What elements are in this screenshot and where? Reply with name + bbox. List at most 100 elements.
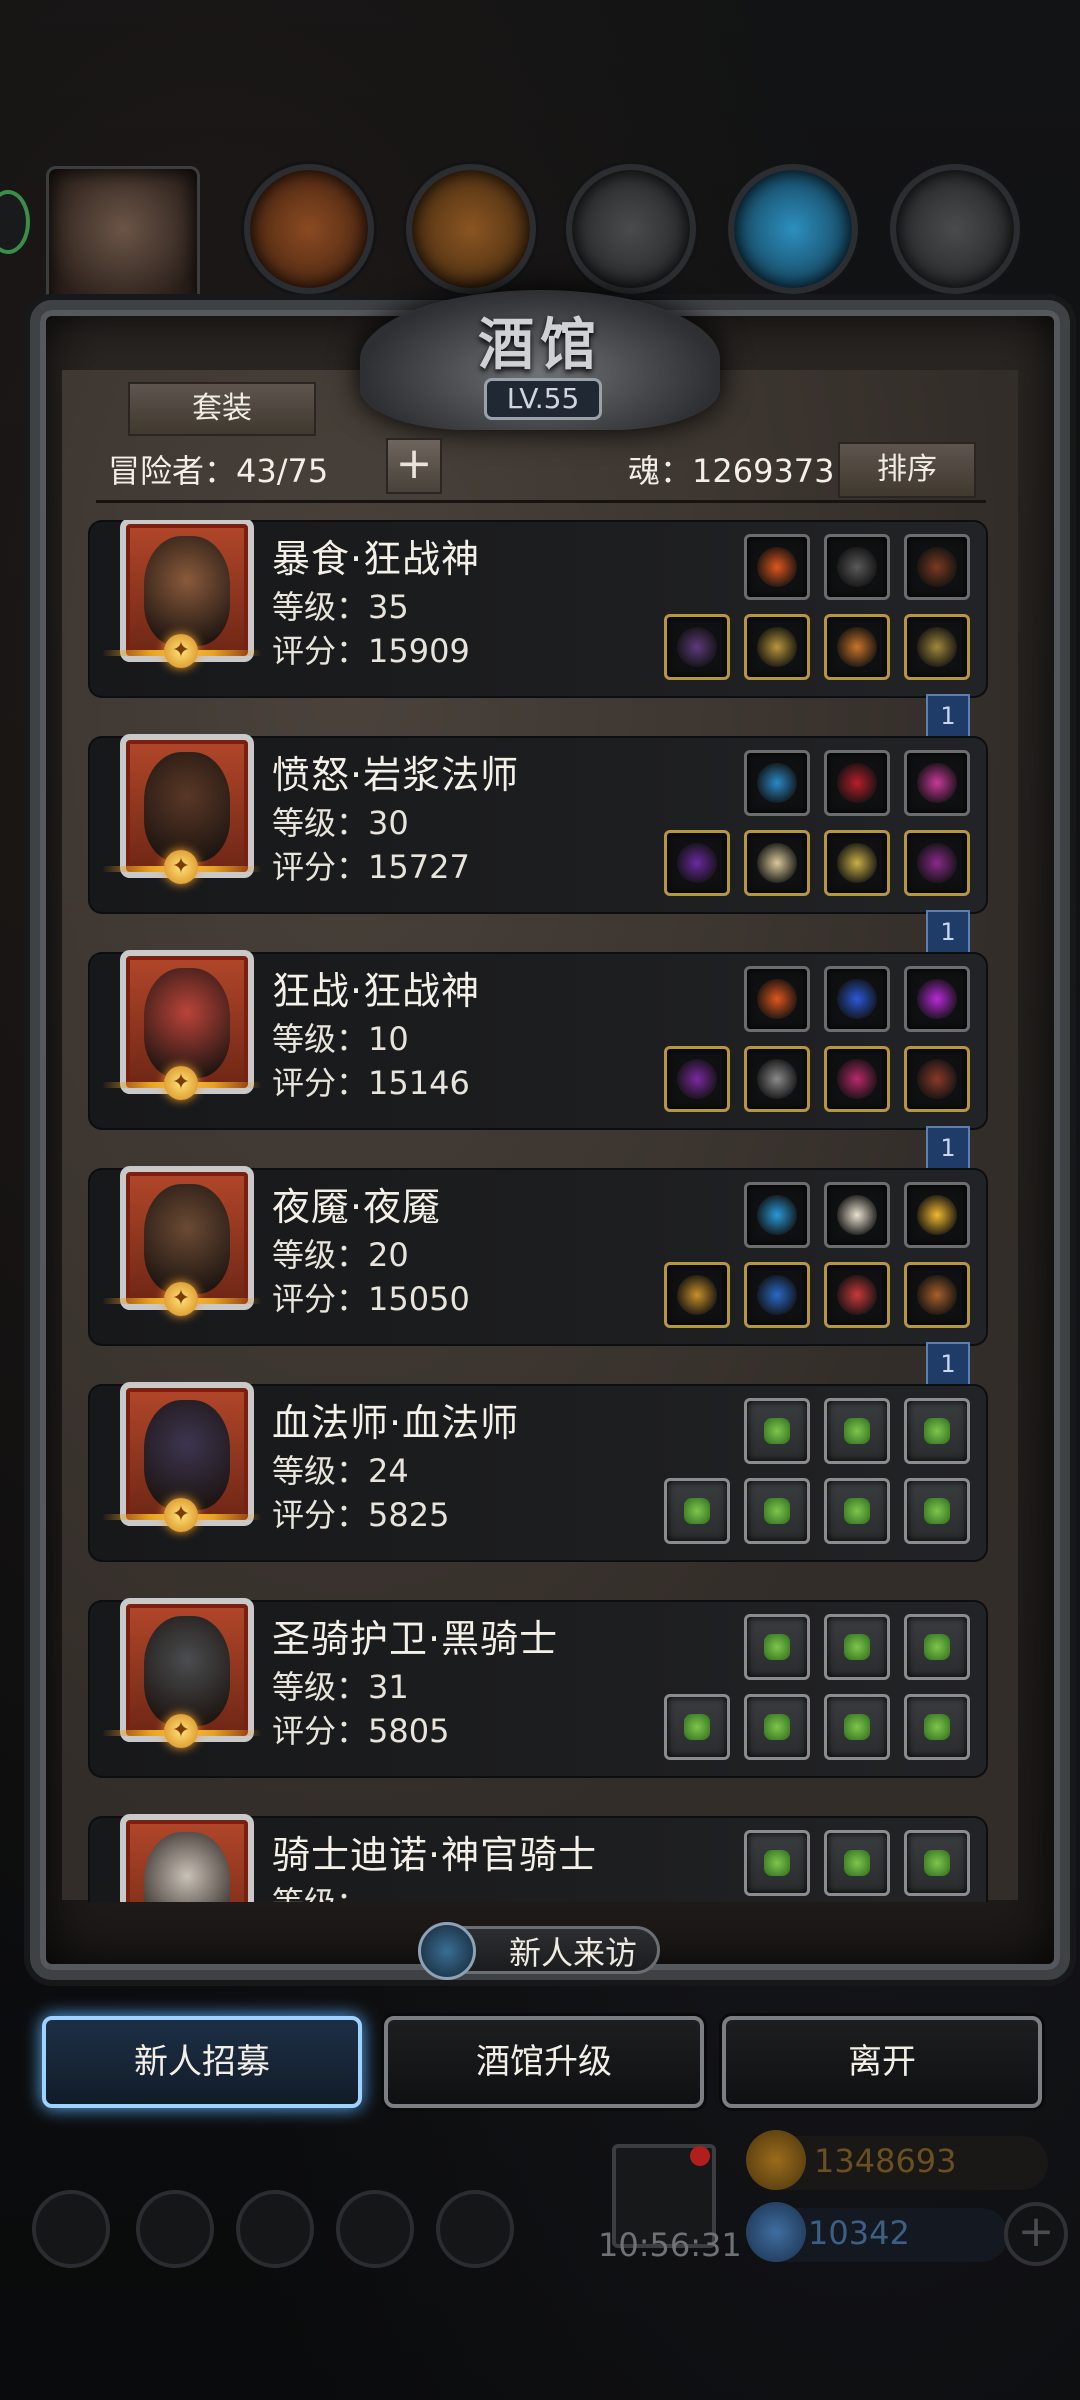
wood-resource-icon[interactable]: [406, 164, 536, 294]
add-equipment-icon: [764, 1418, 790, 1444]
hero-name: 骑士迪诺·神官骑士: [272, 1833, 598, 1877]
equipment-slot[interactable]: [664, 1262, 730, 1328]
iron-resource-icon[interactable]: [890, 164, 1020, 294]
meat-resource-icon[interactable]: [244, 164, 374, 294]
mail-icon[interactable]: [336, 2190, 414, 2268]
adventurer-count: 冒险者：43/75: [108, 452, 329, 490]
hero-row[interactable]: ✦ 愤怒·岩浆法师 等级：30 评分：15727: [88, 734, 988, 914]
equipment-slot[interactable]: [824, 534, 890, 600]
equipment-slot[interactable]: [664, 1046, 730, 1112]
hero-rank-badge-icon: ✦: [102, 1498, 262, 1532]
equipment-item-icon: [917, 763, 957, 803]
equipment-slot[interactable]: [744, 1046, 810, 1112]
upgrade-tavern-button[interactable]: 酒馆升级: [384, 2016, 704, 2108]
battle-icon[interactable]: [436, 2190, 514, 2268]
hero-avatar[interactable]: [120, 1814, 254, 1902]
badge-star-icon: ✦: [164, 850, 198, 884]
equipment-slot[interactable]: [904, 1046, 970, 1112]
hero-row[interactable]: ✦ 夜魇·夜魇 等级：20 评分：15050: [88, 1166, 988, 1346]
equipment-item-icon: [757, 763, 797, 803]
suit-button[interactable]: 套装: [128, 382, 316, 436]
hero-face: [144, 968, 230, 1078]
equipment-slot[interactable]: [904, 966, 970, 1032]
side-tab-icon[interactable]: [0, 190, 30, 254]
equipment-slot[interactable]: [824, 750, 890, 816]
hero-list[interactable]: ✦ 暴食·狂战神 等级：35 评分：15909 1 ✦ 愤怒·岩浆法师 等级：30 评分：157…: [88, 520, 998, 1902]
empty-equipment-slot[interactable]: [664, 1694, 730, 1760]
soul-count: 魂：1269373: [628, 452, 835, 490]
empty-equipment-slot[interactable]: [664, 1478, 730, 1544]
hero-row[interactable]: ✦ 血法师·血法师 等级：24 评分：5825: [88, 1382, 988, 1562]
empty-equipment-slot[interactable]: [824, 1398, 890, 1464]
empty-equipment-slot[interactable]: [904, 1614, 970, 1680]
add-equipment-icon: [764, 1634, 790, 1660]
empty-equipment-slot[interactable]: [824, 1830, 890, 1896]
settings-gear-icon[interactable]: [32, 2190, 110, 2268]
top-resource-row: [0, 160, 1080, 322]
equipment-slot[interactable]: [744, 966, 810, 1032]
empty-equipment-slot[interactable]: [744, 1398, 810, 1464]
equipment-slot[interactable]: [824, 830, 890, 896]
add-equipment-icon: [844, 1714, 870, 1740]
player-portrait[interactable]: [46, 166, 200, 322]
equipment-slot[interactable]: [904, 614, 970, 680]
equipment-slot[interactable]: [824, 614, 890, 680]
equipment-slot[interactable]: [904, 750, 970, 816]
empty-equipment-slot[interactable]: [744, 1694, 810, 1760]
empty-equipment-slot[interactable]: [904, 1694, 970, 1760]
sort-button[interactable]: 排序: [838, 442, 976, 498]
hero-face: [144, 752, 230, 862]
equipment-slot[interactable]: [664, 830, 730, 896]
recruit-button[interactable]: 新人招募: [42, 2016, 362, 2108]
equipment-item-icon: [677, 843, 717, 883]
badge-star-icon: ✦: [164, 634, 198, 668]
crystal-resource-icon[interactable]: [728, 164, 858, 294]
equipment-slot[interactable]: [744, 750, 810, 816]
empty-equipment-slot[interactable]: [904, 1398, 970, 1464]
gold-amount: 1348693: [814, 2142, 957, 2180]
hero-level: 等级：24: [272, 1452, 409, 1490]
empty-equipment-slot[interactable]: [744, 1830, 810, 1896]
equipment-slot[interactable]: [904, 1182, 970, 1248]
equipment-slot[interactable]: [744, 1262, 810, 1328]
leave-button[interactable]: 离开: [722, 2016, 1042, 2108]
empty-equipment-slot[interactable]: [824, 1478, 890, 1544]
equipment-slot[interactable]: [744, 830, 810, 896]
empty-equipment-slot[interactable]: [904, 1830, 970, 1896]
empty-equipment-slot[interactable]: [824, 1614, 890, 1680]
add-capacity-button[interactable]: +: [386, 438, 442, 494]
add-equipment-icon: [924, 1850, 950, 1876]
equipment-slot[interactable]: [664, 614, 730, 680]
equipment-slot[interactable]: [824, 1046, 890, 1112]
empty-equipment-slot[interactable]: [824, 1694, 890, 1760]
hero-row[interactable]: ✦ 圣骑护卫·黑骑士 等级：31 评分：5805: [88, 1598, 988, 1778]
equipment-slot[interactable]: [904, 534, 970, 600]
map-icon[interactable]: [236, 2190, 314, 2268]
stone-resource-icon[interactable]: [566, 164, 696, 294]
equipment-slot[interactable]: [744, 534, 810, 600]
achievement-star-icon[interactable]: [136, 2190, 214, 2268]
hero-row[interactable]: ✦ 狂战·狂战神 等级：10 评分：15146: [88, 950, 988, 1130]
equipment-item-icon: [837, 843, 877, 883]
add-equipment-icon: [844, 1498, 870, 1524]
gem-icon: [746, 2202, 806, 2262]
equipment-item-icon: [837, 1195, 877, 1235]
hero-row[interactable]: ✦骑士迪诺·神官骑士等级：…: [88, 1814, 988, 1902]
buy-gems-button[interactable]: +: [1004, 2202, 1068, 2266]
empty-equipment-slot[interactable]: [904, 1478, 970, 1544]
equipment-item-icon: [757, 843, 797, 883]
empty-equipment-slot[interactable]: [744, 1478, 810, 1544]
empty-equipment-slot[interactable]: [744, 1614, 810, 1680]
equipment-slot[interactable]: [744, 614, 810, 680]
hero-row[interactable]: ✦ 暴食·狂战神 等级：35 评分：15909: [88, 520, 988, 698]
equipment-slot[interactable]: [744, 1182, 810, 1248]
equipment-slot[interactable]: [824, 1182, 890, 1248]
equipment-slot[interactable]: [904, 830, 970, 896]
equipment-slot[interactable]: [904, 1262, 970, 1328]
equipment-slot[interactable]: [824, 1262, 890, 1328]
hero-name: 夜魇·夜魇: [272, 1185, 442, 1229]
equipment-slot[interactable]: [824, 966, 890, 1032]
equipment-item-icon: [837, 1059, 877, 1099]
equipment-item-icon: [837, 763, 877, 803]
hero-rank-badge-icon: ✦: [102, 1714, 262, 1748]
